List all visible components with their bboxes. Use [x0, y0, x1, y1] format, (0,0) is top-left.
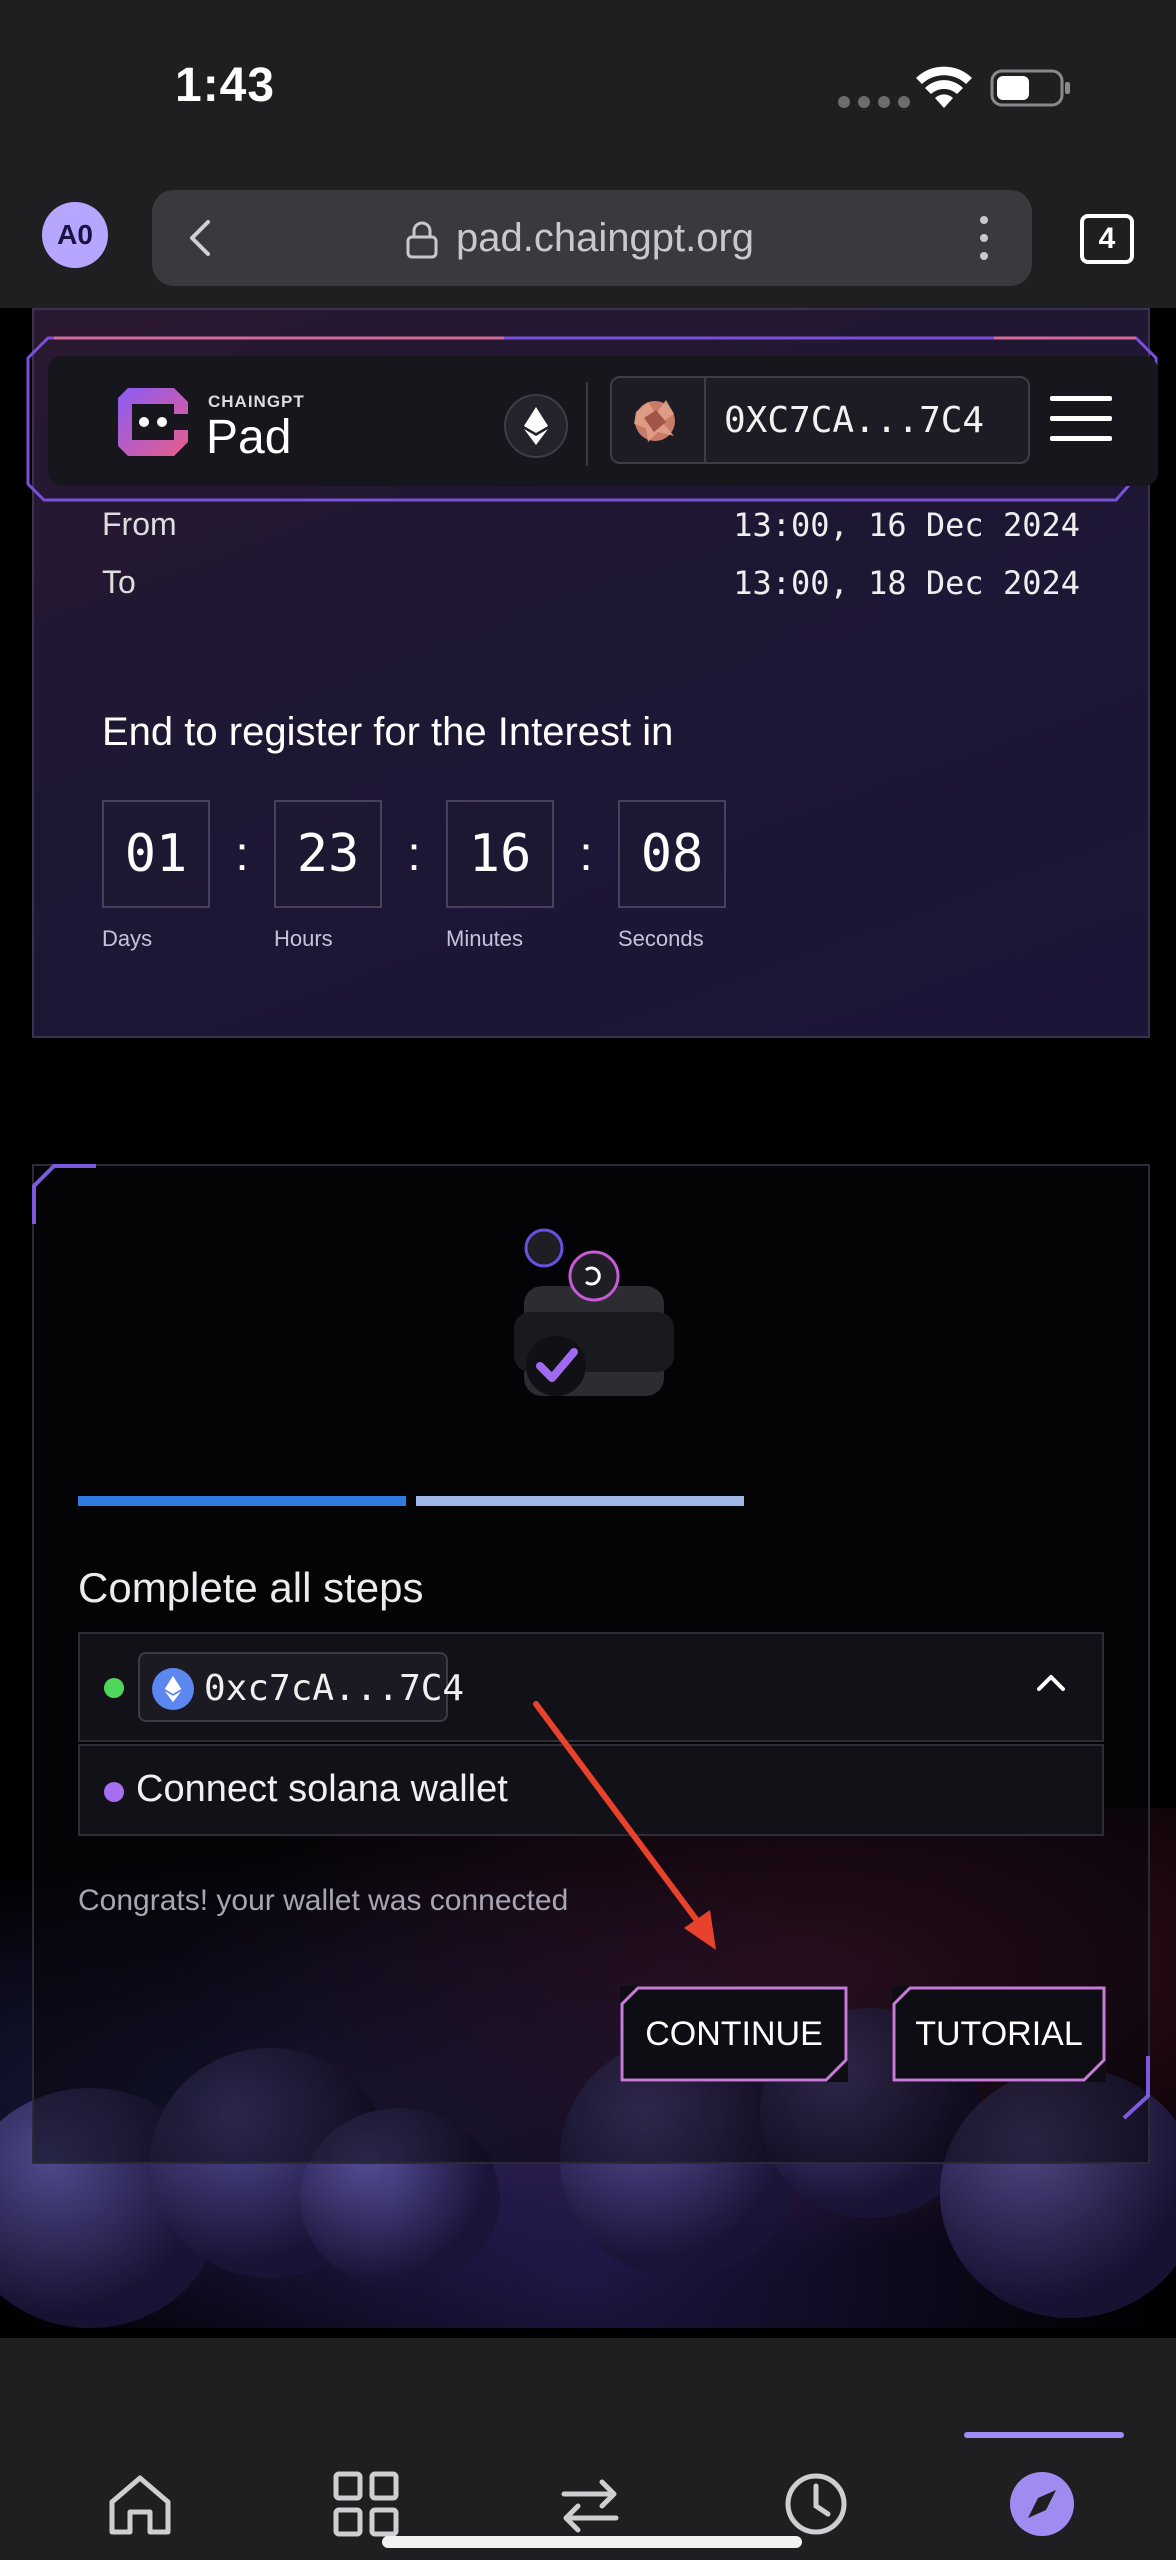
- congrats-message: Congrats! your wallet was connected: [78, 1884, 569, 1917]
- status-time: 1:43: [175, 59, 276, 112]
- pending-status-dot: [104, 1782, 124, 1802]
- chevron-up-icon[interactable]: [1036, 1672, 1066, 1692]
- wifi-icon: [916, 66, 972, 108]
- countdown-hours: 23 Hours: [274, 800, 382, 952]
- home-indicator[interactable]: [382, 2536, 802, 2548]
- countdown-value: 23: [274, 800, 382, 908]
- to-label: To: [102, 564, 136, 600]
- url-bar[interactable]: pad.chaingpt.org: [152, 190, 1032, 286]
- profile-avatar[interactable]: A0: [42, 202, 108, 268]
- card-corner-accent: [1122, 2056, 1150, 2120]
- countdown-days: 01 Days: [102, 800, 210, 952]
- ethereum-icon: [152, 1668, 194, 1710]
- swap-icon[interactable]: [554, 2468, 626, 2540]
- countdown-label: Seconds: [618, 926, 704, 951]
- countdown-label: Days: [102, 926, 153, 951]
- countdown-label: Minutes: [446, 926, 524, 951]
- progress-segment-1: [78, 1496, 406, 1506]
- brand-small: CHAINGPT: [208, 392, 305, 411]
- register-title: End to register for the Interest in: [102, 710, 674, 754]
- grid-icon[interactable]: [330, 2468, 402, 2540]
- steps-card: Complete all steps 0xc7cA...7C4 Connect …: [32, 1164, 1150, 2164]
- from-value: 13:00, 16 Dec 2024: [733, 506, 1080, 544]
- page-content: From 13:00, 16 Dec 2024 To 13:00, 18 Dec…: [0, 308, 1176, 2338]
- progress-segment-2: [416, 1496, 744, 1506]
- countdown-value: 01: [102, 800, 210, 908]
- evm-address-chip: 0xc7cA...7C4: [138, 1652, 464, 1722]
- back-icon[interactable]: [180, 216, 224, 260]
- countdown-separator: :: [407, 827, 421, 881]
- connected-status-dot: [104, 1678, 124, 1698]
- evm-address: 0xc7cA...7C4: [204, 1668, 465, 1709]
- countdown-label: Hours: [274, 926, 333, 951]
- browser-toolbar: A0 pad.chaingpt.org 4: [0, 170, 1176, 308]
- steps-progress: [78, 1496, 744, 1506]
- compass-icon[interactable]: [1006, 2468, 1078, 2540]
- countdown-minutes: 16 Minutes: [446, 800, 554, 952]
- battery-icon: [990, 69, 1070, 107]
- connect-solana-label: Connect solana wallet: [136, 1768, 508, 1810]
- more-icon[interactable]: [974, 212, 994, 264]
- countdown-separator: :: [579, 827, 593, 881]
- browser-bottom-toolbar: [0, 2338, 1176, 2560]
- countdown-value: 08: [618, 800, 726, 908]
- cellular-signal-icon: [838, 96, 910, 108]
- card-corner-accent: [32, 1164, 96, 1224]
- wallet-avatar-icon: [634, 400, 675, 442]
- lock-icon: [406, 221, 438, 259]
- countdown-separator: :: [235, 827, 249, 881]
- from-label: From: [102, 506, 177, 542]
- active-tab-indicator: [964, 2432, 1124, 2438]
- wallet-illustration-icon: [514, 1228, 674, 1396]
- network-switcher[interactable]: [504, 394, 568, 458]
- countdown-timer: 01 Days : 23 Hours : 16 Minutes : 08 Sec…: [102, 800, 726, 952]
- chaingpt-logo-icon[interactable]: [114, 384, 192, 460]
- header-bar: CHAINGPT Pad 0XC7CA...7C4: [48, 356, 1158, 486]
- tutorial-label: TUTORIAL: [915, 2014, 1083, 2053]
- header-divider: [586, 382, 588, 466]
- ethereum-icon: [524, 407, 548, 445]
- continue-label: CONTINUE: [645, 2014, 823, 2053]
- tutorial-button[interactable]: TUTORIAL: [892, 1986, 1106, 2082]
- tabs-button[interactable]: 4: [1080, 214, 1134, 264]
- status-bar: 1:43: [0, 0, 1176, 170]
- home-icon[interactable]: [104, 2468, 176, 2540]
- url-text: pad.chaingpt.org: [456, 216, 755, 260]
- continue-button[interactable]: CONTINUE: [620, 1986, 848, 2082]
- annotation-arrow-icon: [533, 1701, 716, 1950]
- history-icon[interactable]: [780, 2468, 852, 2540]
- steps-title: Complete all steps: [78, 1564, 424, 1611]
- wallet-button[interactable]: 0XC7CA...7C4: [610, 376, 1030, 464]
- countdown-value: 16: [446, 800, 554, 908]
- hamburger-menu-icon[interactable]: [1048, 390, 1114, 446]
- wallet-address: 0XC7CA...7C4: [724, 400, 985, 441]
- to-value: 13:00, 18 Dec 2024: [733, 564, 1080, 602]
- countdown-seconds: 08 Seconds: [618, 800, 726, 952]
- brand-title: Pad: [206, 411, 292, 464]
- wallet-separator: [704, 378, 706, 462]
- app-header: CHAINGPT Pad 0XC7CA...7C4: [24, 334, 1160, 506]
